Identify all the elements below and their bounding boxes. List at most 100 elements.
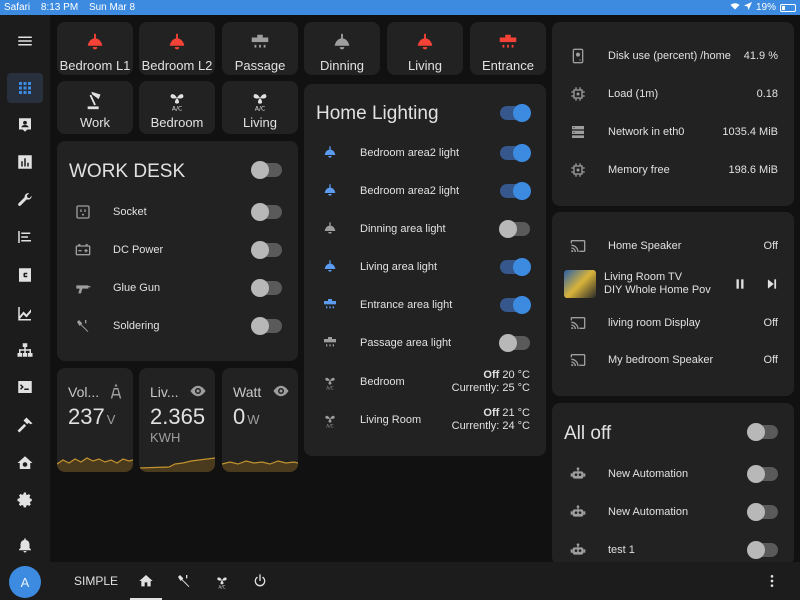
entity-row[interactable]: A/C Bedroom Off 20 °C Currently: 25 °C (304, 363, 546, 401)
toggle-switch[interactable] (500, 258, 531, 276)
ceiling-light-icon (320, 181, 340, 201)
sensor-value: 0 (233, 404, 246, 429)
tile-bedroom-l1[interactable]: Bedroom L1 (57, 22, 133, 75)
badge-icon (19, 118, 31, 132)
tab-climate[interactable]: A/C (210, 562, 234, 600)
avatar[interactable]: A (9, 566, 41, 598)
toggle-switch[interactable] (747, 541, 778, 559)
entity-row[interactable]: New Automation (552, 493, 794, 531)
tab-home[interactable] (130, 562, 163, 600)
toggle-switch[interactable] (251, 241, 282, 259)
sidebar-item-developer[interactable] (7, 410, 43, 440)
skip-next-icon[interactable] (762, 274, 782, 294)
battery-icon (73, 240, 93, 260)
climate-state: Off 20 °C Currently: 25 °C (452, 369, 530, 395)
media-row[interactable]: Home Speaker Off (552, 227, 794, 265)
sidebar-item-logbook[interactable] (7, 222, 43, 252)
trend-icon (18, 307, 31, 321)
entity-row[interactable]: Bedroom area2 light (304, 134, 546, 172)
entity-name: New Automation (608, 468, 689, 480)
tile-work[interactable]: Work (57, 81, 133, 134)
power-icon (254, 574, 266, 587)
sparkline (222, 460, 298, 472)
media-row-playing[interactable]: Living Room TV DIY Whole Home Pov (552, 265, 794, 303)
entity-name: Memory free (608, 164, 670, 176)
toggle-switch[interactable] (251, 203, 282, 221)
toggle-switch[interactable] (499, 220, 530, 238)
sensor-value: 1035.4 MiB (722, 126, 778, 138)
home-lighting-master-toggle[interactable] (500, 104, 531, 122)
entity-row[interactable]: Dinning area light (304, 210, 546, 248)
tile-bedroom-l2[interactable]: Bedroom L2 (139, 22, 215, 75)
media-row[interactable]: My bedroom Speaker Off (552, 341, 794, 379)
sidebar-item-config[interactable] (7, 185, 43, 215)
sparkline (57, 457, 133, 472)
toggle-switch[interactable] (747, 503, 778, 521)
tab-tools[interactable] (172, 562, 196, 600)
tab-power[interactable] (248, 562, 272, 600)
tile-label: Living (408, 58, 442, 73)
sidebar-item-codeserver[interactable] (7, 260, 43, 290)
sensor-card[interactable]: Watt 0 W (222, 368, 298, 472)
more-options-icon[interactable] (760, 562, 784, 600)
tile-bedroom[interactable]: A/C Bedroom (139, 81, 215, 134)
entity-row[interactable]: New Automation (552, 455, 794, 493)
entity-row[interactable]: A/C Living Room Off 21 °C Currently: 24 °C (304, 401, 546, 439)
toggle-switch[interactable] (500, 182, 531, 200)
entity-name: Bedroom area2 light (360, 147, 460, 159)
entity-row[interactable]: Soldering (57, 307, 298, 345)
entity-row[interactable]: Bedroom area2 light (304, 172, 546, 210)
tile-label: Bedroom L2 (141, 58, 213, 73)
sidebar-item-notifications[interactable] (7, 530, 43, 560)
toggle-switch[interactable] (499, 334, 530, 352)
tile-living[interactable]: Living (387, 22, 463, 75)
entity-row[interactable]: Passage area light (304, 324, 546, 362)
tile-living[interactable]: A/C Living (222, 81, 298, 134)
robot-icon (568, 502, 588, 522)
climate-mode: Off (483, 407, 500, 419)
climate-mode: Off (483, 369, 500, 381)
sparkline (139, 457, 215, 472)
sidebar-item-history[interactable] (7, 147, 43, 177)
toggle-switch[interactable] (251, 279, 282, 297)
sidebar-item-supervisor[interactable] (7, 448, 43, 478)
entity-row[interactable]: Entrance area light (304, 286, 546, 324)
chip-icon (568, 84, 588, 104)
ceiling-light-icon (320, 257, 340, 277)
entity-row[interactable]: Memory free 198.6 MiB (552, 151, 794, 189)
entity-row[interactable]: Disk use (percent) /home 41.9 % (552, 37, 794, 75)
sensor-name: Watt (233, 384, 262, 400)
entity-row[interactable]: Glue Gun (57, 269, 298, 307)
media-row[interactable]: living room Display Off (552, 304, 794, 342)
settings-icon (17, 492, 32, 508)
entity-row[interactable]: Living area light (304, 248, 546, 286)
work-desk-master-toggle[interactable] (251, 161, 282, 179)
toggle-switch[interactable] (747, 465, 778, 483)
entity-row[interactable]: Socket (57, 193, 298, 231)
sidebar-item-badge[interactable] (7, 110, 43, 140)
sidebar-item-settings[interactable] (7, 485, 43, 515)
status-app: Safari (4, 2, 31, 13)
sidebar-item-terminal[interactable] (7, 372, 43, 402)
home-gear-icon (17, 456, 33, 469)
sidebar-item-overview[interactable] (7, 73, 43, 103)
sidebar-item-network[interactable] (7, 335, 43, 365)
tile-entrance[interactable]: Entrance (470, 22, 546, 75)
sensor-card[interactable]: Vol... 237 V (57, 368, 133, 472)
entity-row[interactable]: DC Power (57, 231, 298, 269)
tile-passage[interactable]: Passage (222, 22, 298, 75)
automations-master-toggle[interactable] (747, 423, 778, 441)
entity-row[interactable]: Load (1m) 0.18 (552, 75, 794, 113)
tile-dinning[interactable]: Dinning (304, 22, 380, 75)
c-box-icon (19, 268, 31, 282)
entity-row[interactable]: Network in eth0 1035.4 MiB (552, 113, 794, 151)
tower-icon (107, 382, 125, 400)
menu-icon[interactable] (7, 26, 43, 56)
toggle-switch[interactable] (500, 144, 531, 162)
toggle-switch[interactable] (251, 317, 282, 335)
sensor-value: 237 (68, 404, 105, 429)
sidebar-item-trend[interactable] (7, 298, 43, 328)
pause-icon[interactable] (730, 274, 750, 294)
sensor-card[interactable]: Liv... 2.365 KWH (139, 368, 215, 472)
toggle-switch[interactable] (500, 296, 531, 314)
